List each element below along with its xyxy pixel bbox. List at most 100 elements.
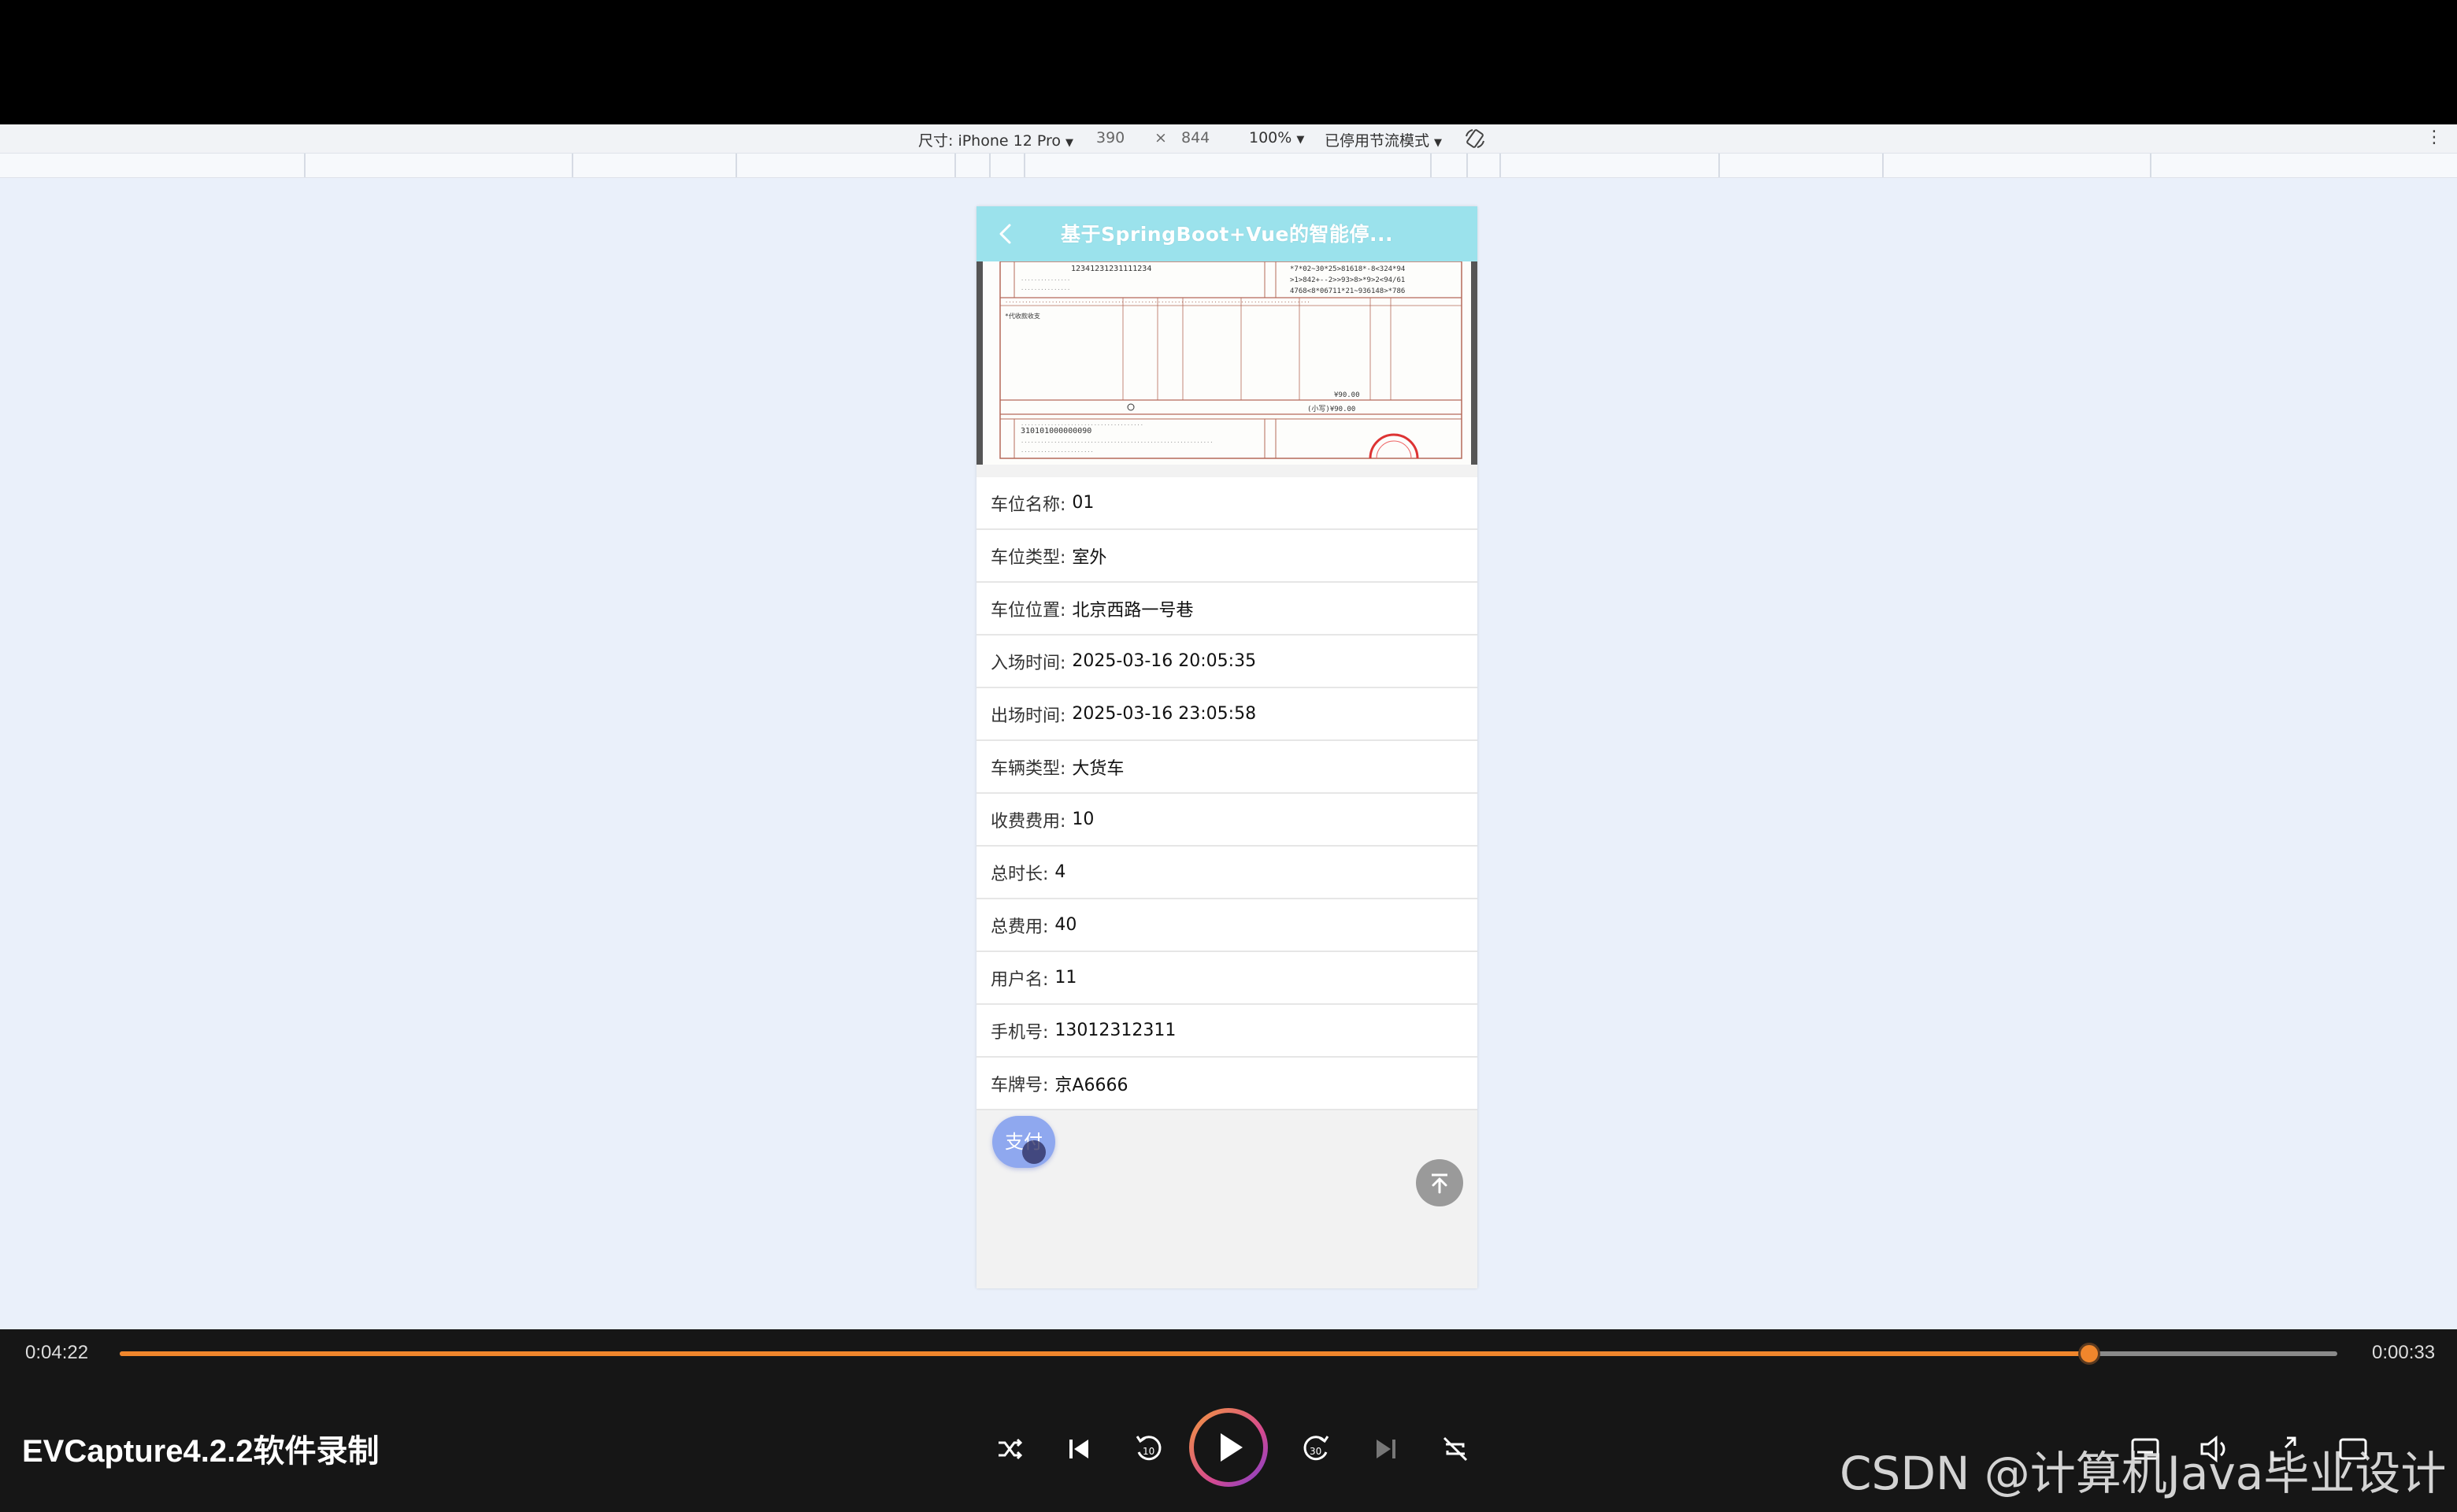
field-label: 总费用: [991,917,1049,937]
ruler-segment[interactable] [304,154,306,177]
play-icon [1221,1433,1243,1462]
play-button-inner [1194,1413,1263,1482]
field-label: 车位类型: [991,547,1066,568]
throttle-label: 已停用节流模式 [1325,132,1430,150]
arrow-up-icon [1432,1173,1447,1194]
pay-button[interactable]: 支付 [992,1116,1055,1168]
throttle-select[interactable]: 已停用节流模式 ▼ [1325,129,1442,150]
current-time: 0:04:22 [25,1342,89,1363]
ruler-segment[interactable] [1718,154,1720,177]
svg-text:...............: ............... [1021,276,1070,282]
ruler-segment[interactable] [1882,154,1884,177]
progress-bar[interactable] [120,1343,2337,1365]
back-to-top-button[interactable] [1416,1159,1463,1206]
invoice-item-name: *代收款收支 [1005,312,1040,320]
device-toolbar: 尺寸: iPhone 12 Pro ▼ 390 × 844 100% ▼ 已停用节流… [0,124,2457,154]
svg-text:..............................: ........................................… [1005,298,1310,304]
field-label: 出场时间: [991,706,1066,726]
play-button[interactable] [1189,1408,1268,1487]
field-label: 总时长: [991,864,1049,884]
mouse-cursor-indicator [1022,1140,1046,1164]
invoice-code-line: >1>842+--2>>93>8>*9>2<94/61 [1290,276,1405,284]
svg-text:10: 10 [1143,1446,1154,1457]
invoice-code-line: 4768<8*06711*21~936148>*786 [1290,287,1405,295]
detail-row-phone: 手机号: 13012312311 [976,1005,1477,1058]
detail-list: 车位名称: 01 车位类型: 室外 车位位置: 北京西路一号巷 入场时间: 2025-0… [976,477,1477,1110]
invoice-amount: ¥90.00 [1334,391,1360,399]
ruler-segment[interactable] [1024,154,1025,177]
ruler-segment[interactable] [1466,154,1468,177]
invoice-code-line: *7*02~30*25>81618*-8<324*94 [1290,265,1405,273]
ruler-segment[interactable] [989,154,991,177]
zoom-label: 100% [1249,129,1292,146]
svg-text:30: 30 [1310,1446,1321,1457]
ruler-segment[interactable] [1499,154,1501,177]
device-select-label: 尺寸: iPhone 12 Pro [918,132,1061,150]
times-sign: × [1154,129,1167,146]
detail-row-username: 用户名: 11 [976,952,1477,1005]
field-value: 13012312311 [1054,1021,1177,1040]
shuffle-icon[interactable] [991,1430,1028,1468]
zoom-select[interactable]: 100% ▼ [1249,129,1304,146]
remaining-time: 0:00:33 [2372,1342,2436,1363]
detail-row-exit-time: 出场时间: 2025-03-16 23:05:58 [976,688,1477,741]
ruler-segment[interactable] [1430,154,1432,177]
detail-row-space-name: 车位名称: 01 [976,477,1477,530]
ruler-segment[interactable] [736,154,737,177]
field-label: 车位名称: [991,495,1066,515]
invoice-image: 12341231231111234 ............... ......… [976,261,1477,465]
field-label: 用户名: [991,969,1049,990]
field-value: 4 [1054,862,1066,882]
recorder-brand: EVCapture4.2.2软件录制 [22,1434,380,1469]
detail-row-fee: 收费费用: 10 [976,794,1477,847]
field-value: 2025-03-16 20:05:35 [1072,651,1257,671]
detail-row-plate: 车牌号: 京A6666 [976,1058,1477,1110]
field-value: 10 [1072,810,1095,829]
video-player-bar: 0:04:22 0:00:33 EVCapture4.2.2软件录制 10 30 [0,1329,2457,1512]
field-value: 40 [1054,915,1077,935]
rotate-icon[interactable] [1463,127,1487,150]
field-value: 11 [1054,968,1077,988]
ruler-segment[interactable] [954,154,956,177]
field-value: 室外 [1072,547,1107,568]
invoice-buyer-id: 12341231231111234 [1071,265,1151,273]
field-value: 01 [1072,493,1095,513]
invoice-amount-total: (小写)¥90.00 [1307,405,1355,413]
field-value: 2025-03-16 23:05:58 [1072,704,1257,724]
field-value: 北京西路一号巷 [1072,600,1194,621]
next-icon[interactable] [1367,1430,1405,1468]
ruler-segment[interactable] [572,154,573,177]
chevron-down-icon: ▼ [1065,137,1073,149]
detail-row-space-location: 车位位置: 北京西路一号巷 [976,583,1477,636]
field-label: 车辆类型: [991,758,1066,779]
detail-row-total-fee: 总费用: 40 [976,899,1477,952]
field-label: 车牌号: [991,1075,1049,1095]
chevron-down-icon: ▼ [1296,134,1305,146]
width-input[interactable]: 390 [1096,129,1125,146]
detail-row-vehicle-type: 车辆类型: 大货车 [976,741,1477,794]
detail-row-space-type: 车位类型: 室外 [976,530,1477,583]
detail-row-entry-time: 入场时间: 2025-03-16 20:05:35 [976,636,1477,688]
field-label: 手机号: [991,1022,1049,1043]
page-title: 基于SpringBoot+Vue的智能停... [1061,223,1393,246]
media-query-ruler [0,154,2457,178]
ruler-segment[interactable] [2150,154,2151,177]
phone-viewport: 基于SpringBoot+Vue的智能停... 1234123123111123… [976,206,1477,1288]
field-label: 入场时间: [991,653,1066,673]
more-options-icon[interactable]: ⋮ [2426,128,2443,147]
height-input[interactable]: 844 [1181,129,1210,146]
invoice-seller-tax-id: 310101000000090 [1021,427,1091,435]
repeat-off-icon[interactable] [1436,1430,1474,1468]
rewind-10-icon[interactable]: 10 [1129,1430,1167,1468]
field-label: 收费费用: [991,811,1066,832]
device-select[interactable]: 尺寸: iPhone 12 Pro ▼ [918,129,1073,150]
progress-fill [120,1351,2089,1356]
chevron-down-icon: ▼ [1434,137,1443,149]
csdn-watermark: CSDN @计算机Java毕业设计 [1840,1447,2447,1500]
previous-icon[interactable] [1060,1430,1098,1468]
field-value: 京A6666 [1054,1075,1128,1095]
svg-text:..............................: ........................................… [1021,438,1213,444]
forward-30-icon[interactable]: 30 [1298,1430,1336,1468]
progress-thumb[interactable] [2077,1343,2100,1365]
detail-row-duration: 总时长: 4 [976,847,1477,899]
